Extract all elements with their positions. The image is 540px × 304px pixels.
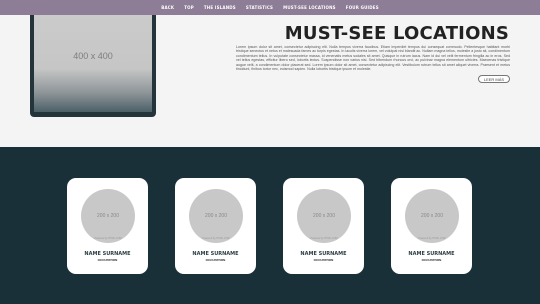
section-title: MUST-SEE LOCATIONS	[284, 23, 509, 44]
avatar-label: 200 x 200	[97, 213, 119, 219]
nav-link-must-see-locations[interactable]: MUST-SEE LOCATIONS	[283, 5, 336, 10]
guides-section: 200 x 200 Powered by HTML.COM NAME SURNA…	[0, 147, 540, 304]
top-navigation: BACK TOP THE ISLANDS STATISTICS MUST-SEE…	[0, 0, 540, 15]
read-more-button[interactable]: LEER MÁS	[478, 75, 510, 83]
section-body-text: Lorem ipsum dolor sit amet, consectetur …	[236, 45, 510, 72]
guide-occupation: OCCUPATION	[97, 258, 118, 262]
guide-card[interactable]: 200 x 200 Powered by HTML.COM NAME SURNA…	[67, 178, 148, 274]
avatar: 200 x 200 Powered by HTML.COM	[405, 189, 459, 243]
hero-image-placeholder: 400 x 400 Powered by HTML.COM	[34, 15, 152, 112]
guide-occupation: OCCUPATION	[421, 258, 442, 262]
nav-link-four-guides[interactable]: FOUR GUIDES	[346, 5, 379, 10]
avatar-label: 200 x 200	[205, 213, 227, 219]
guide-occupation: OCCUPATION	[313, 258, 334, 262]
avatar-label: 200 x 200	[421, 213, 443, 219]
guide-name: NAME SURNAME	[84, 251, 131, 257]
guide-card[interactable]: 200 x 200 Powered by HTML.COM NAME SURNA…	[391, 178, 472, 274]
guide-card[interactable]: 200 x 200 Powered by HTML.COM NAME SURNA…	[283, 178, 364, 274]
nav-link-the-islands[interactable]: THE ISLANDS	[204, 5, 236, 10]
avatar: 200 x 200 Powered by HTML.COM	[297, 189, 351, 243]
avatar: 200 x 200 Powered by HTML.COM	[189, 189, 243, 243]
nav-link-statistics[interactable]: STATISTICS	[246, 5, 273, 10]
hero-image-credit: Powered by HTML.COM	[115, 105, 148, 109]
guide-name: NAME SURNAME	[408, 251, 455, 257]
avatar-credit: Powered by HTML.COM	[418, 237, 446, 240]
nav-link-back[interactable]: BACK	[161, 5, 174, 10]
guide-occupation: OCCUPATION	[205, 258, 226, 262]
avatar-credit: Powered by HTML.COM	[202, 237, 230, 240]
nav-link-top[interactable]: TOP	[184, 5, 194, 10]
guide-card[interactable]: 200 x 200 Powered by HTML.COM NAME SURNA…	[175, 178, 256, 274]
hero-image-label: 400 x 400	[73, 50, 113, 61]
avatar-credit: Powered by HTML.COM	[94, 237, 122, 240]
avatar-label: 200 x 200	[313, 213, 335, 219]
avatar-credit: Powered by HTML.COM	[310, 237, 338, 240]
hero-image-frame: 400 x 400 Powered by HTML.COM	[30, 15, 156, 117]
guide-name: NAME SURNAME	[300, 251, 347, 257]
avatar: 200 x 200 Powered by HTML.COM	[81, 189, 135, 243]
guide-name: NAME SURNAME	[192, 251, 239, 257]
